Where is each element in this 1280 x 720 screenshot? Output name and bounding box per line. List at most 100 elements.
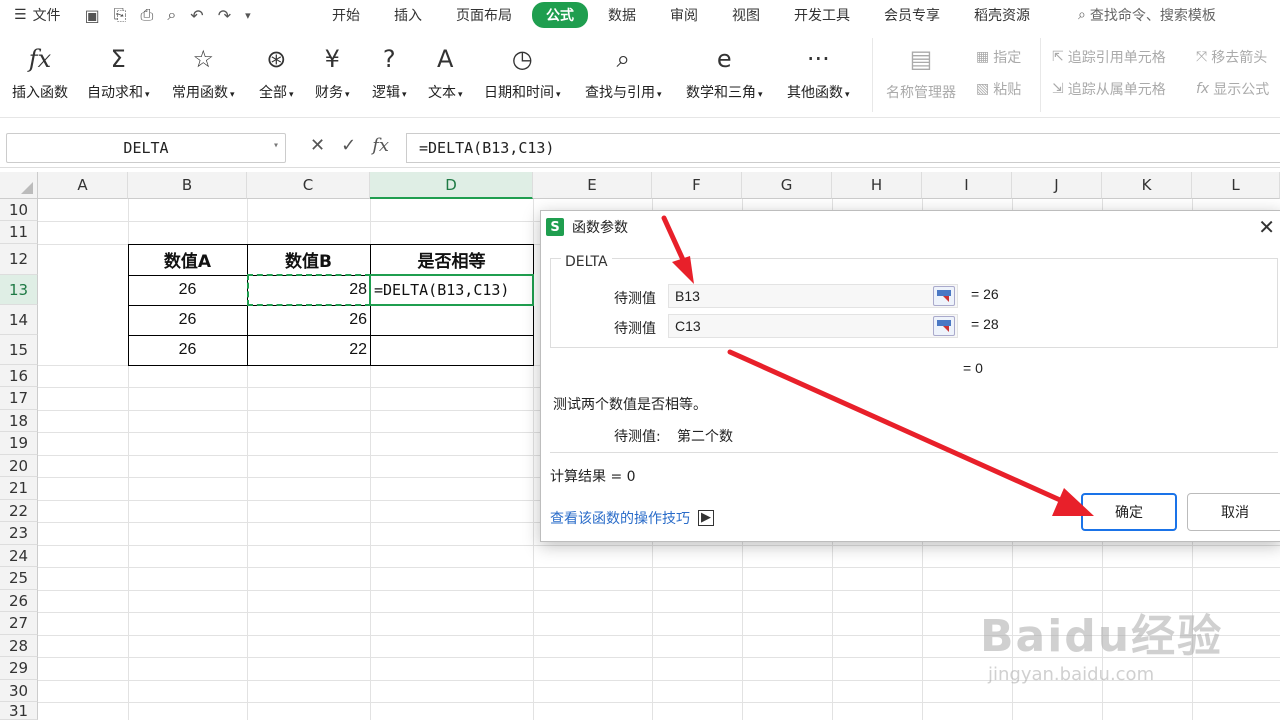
name-manager-button[interactable]: ▤ 名称管理器 — [886, 42, 956, 102]
select-all-corner[interactable] — [0, 172, 38, 199]
cell-d14[interactable] — [370, 305, 533, 335]
insert-function-fx-icon[interactable]: fx — [372, 135, 389, 156]
redo-icon[interactable]: ↷ — [218, 6, 231, 25]
row-header-17[interactable]: 17 — [0, 387, 38, 410]
save-icon[interactable]: ▣ — [85, 6, 100, 25]
cell-d12[interactable]: 是否相等 — [370, 244, 533, 275]
paste-name-button[interactable]: ▧ 粘贴 — [976, 79, 1021, 99]
collapse-dialog-icon[interactable] — [933, 316, 955, 336]
tab-developer[interactable]: 开发工具 — [780, 2, 864, 28]
row-header-25[interactable]: 25 — [0, 567, 38, 590]
row-header-31[interactable]: 31 — [0, 702, 38, 720]
datetime-functions-button[interactable]: ◷ 日期和时间 ▾ — [484, 42, 561, 102]
tab-review[interactable]: 审阅 — [656, 2, 712, 28]
column-header-f[interactable]: F — [652, 172, 742, 199]
tab-formulas[interactable]: 公式 — [532, 2, 588, 28]
cell-c15[interactable]: 22 — [247, 335, 370, 365]
column-header-i[interactable]: I — [922, 172, 1012, 199]
customize-dropdown-icon[interactable]: ▾ — [245, 9, 251, 22]
insert-function-button[interactable]: fx 插入函数 — [12, 42, 68, 102]
row-header-13[interactable]: 13 — [0, 275, 38, 305]
logic-functions-button[interactable]: ? 逻辑 ▾ — [372, 42, 407, 102]
tab-page-layout[interactable]: 页面布局 — [442, 2, 526, 28]
cell-b15[interactable]: 26 — [128, 335, 247, 365]
trace-dependents-label: 追踪从属单元格 — [1067, 82, 1166, 98]
remove-arrows-button[interactable]: ⤧ 移去箭头 — [1196, 47, 1267, 67]
row-header-21[interactable]: 21 — [0, 477, 38, 500]
column-header-d[interactable]: D — [370, 172, 533, 199]
cancel-button[interactable]: 取消 — [1187, 493, 1280, 531]
row-header-11[interactable]: 11 — [0, 221, 38, 244]
row-header-29[interactable]: 29 — [0, 657, 38, 680]
ok-button[interactable]: 确定 — [1081, 493, 1177, 531]
row-header-18[interactable]: 18 — [0, 410, 38, 432]
tab-member[interactable]: 会员专享 — [870, 2, 954, 28]
other-functions-button[interactable]: ··· 其他函数 ▾ — [787, 42, 850, 102]
lookup-functions-button[interactable]: ⌕ 查找与引用 ▾ — [585, 42, 662, 102]
math-functions-button[interactable]: e 数学和三角 ▾ — [686, 42, 763, 102]
column-header-b[interactable]: B — [128, 172, 247, 199]
confirm-formula-icon[interactable]: ✓ — [341, 135, 356, 156]
row-header-27[interactable]: 27 — [0, 612, 38, 635]
row-header-19[interactable]: 19 — [0, 432, 38, 455]
cancel-formula-icon[interactable]: ✕ — [310, 135, 325, 156]
question-icon: ? — [382, 45, 396, 73]
finance-functions-button[interactable]: ¥ 财务 ▾ — [315, 42, 350, 102]
row-header-28[interactable]: 28 — [0, 635, 38, 657]
command-search[interactable]: ⌕ 查找命令、搜索模板 — [1078, 5, 1216, 25]
formula-input[interactable]: =DELTA(B13,C13) — [406, 133, 1280, 163]
trace-precedents-button[interactable]: ⇱ 追踪引用单元格 — [1052, 47, 1166, 67]
tab-view[interactable]: 视图 — [718, 2, 774, 28]
column-header-e[interactable]: E — [533, 172, 652, 199]
row-header-14[interactable]: 14 — [0, 305, 38, 335]
arg1-input[interactable]: B13 — [668, 284, 958, 308]
all-functions-button[interactable]: ⊛ 全部 ▾ — [259, 42, 294, 102]
row-header-20[interactable]: 20 — [0, 455, 38, 477]
row-header-10[interactable]: 10 — [0, 199, 38, 221]
define-name-button[interactable]: ▦ 指定 — [976, 47, 1021, 67]
column-header-l[interactable]: L — [1192, 172, 1280, 199]
tab-insert[interactable]: 插入 — [380, 2, 436, 28]
arg2-input[interactable]: C13 — [668, 314, 958, 338]
tab-home[interactable]: 开始 — [318, 2, 374, 28]
cell-b13[interactable]: 26 — [128, 275, 247, 305]
row-header-30[interactable]: 30 — [0, 680, 38, 702]
column-header-h[interactable]: H — [832, 172, 922, 199]
export-icon[interactable]: ⎘ — [114, 5, 127, 25]
name-box-dropdown-icon[interactable]: ▾ — [273, 140, 279, 151]
column-header-c[interactable]: C — [247, 172, 370, 199]
column-header-j[interactable]: J — [1012, 172, 1102, 199]
name-box[interactable]: DELTA ▾ — [6, 133, 286, 163]
row-header-22[interactable]: 22 — [0, 500, 38, 522]
file-menu[interactable]: ☰ 文件 — [0, 5, 73, 25]
dialog-titlebar[interactable]: S 函数参数 ✕ — [541, 211, 1280, 243]
tab-docer[interactable]: 稻壳资源 — [960, 2, 1044, 28]
show-formulas-button[interactable]: fx 显示公式 — [1196, 79, 1269, 99]
trace-dependents-button[interactable]: ⇲ 追踪从属单元格 — [1052, 79, 1166, 99]
collapse-dialog-icon[interactable] — [933, 286, 955, 306]
row-header-23[interactable]: 23 — [0, 522, 38, 545]
cell-c14[interactable]: 26 — [247, 305, 370, 335]
row-header-24[interactable]: 24 — [0, 545, 38, 567]
common-functions-button[interactable]: ☆ 常用函数 ▾ — [172, 42, 235, 102]
row-header-16[interactable]: 16 — [0, 365, 38, 387]
cell-b14[interactable]: 26 — [128, 305, 247, 335]
tab-data[interactable]: 数据 — [594, 2, 650, 28]
cell-c12[interactable]: 数值B — [247, 244, 370, 275]
row-header-15[interactable]: 15 — [0, 335, 38, 365]
print-preview-icon[interactable]: ⌕ — [167, 5, 176, 25]
row-header-26[interactable]: 26 — [0, 590, 38, 612]
menu-bar: ☰ 文件 ▣ ⎘ ⎙ ⌕ ↶ ↷ ▾ 开始 插入 页面布局 公式 数据 审阅 视… — [0, 0, 1280, 30]
cell-d15[interactable] — [370, 335, 533, 365]
row-header-12[interactable]: 12 — [0, 244, 38, 275]
print-icon[interactable]: ⎙ — [141, 5, 154, 25]
undo-icon[interactable]: ↶ — [190, 6, 203, 25]
column-header-k[interactable]: K — [1102, 172, 1192, 199]
cell-b12[interactable]: 数值A — [128, 244, 247, 275]
close-icon[interactable]: ✕ — [1258, 215, 1275, 239]
help-link[interactable]: 查看该函数的操作技巧 ▶ — [550, 508, 714, 528]
column-header-a[interactable]: A — [38, 172, 128, 199]
text-functions-button[interactable]: A 文本 ▾ — [428, 42, 463, 102]
column-header-g[interactable]: G — [742, 172, 832, 199]
autosum-button[interactable]: Σ 自动求和 ▾ — [87, 42, 150, 102]
